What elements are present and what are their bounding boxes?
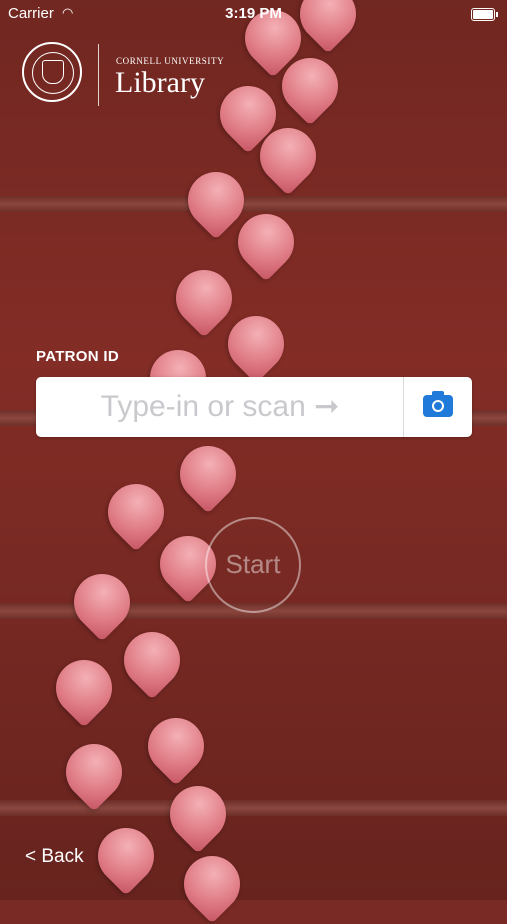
patron-id-input[interactable]	[36, 377, 404, 437]
back-button[interactable]: < Back	[25, 846, 84, 868]
ivy-leaf	[216, 304, 296, 384]
mortar-line	[0, 196, 507, 212]
ivy-leaf	[86, 816, 166, 896]
patron-id-label: PATRON ID	[36, 348, 119, 365]
ivy-leaf	[62, 562, 142, 642]
logo-title: Library	[115, 66, 205, 99]
status-bar: Carrier ◠ 3:19 PM	[0, 0, 507, 28]
logo-divider	[98, 44, 99, 106]
ivy-leaf	[164, 258, 244, 338]
battery-icon	[471, 8, 498, 21]
start-button[interactable]: Start	[205, 517, 301, 613]
background-brick-wall	[0, 0, 507, 924]
ivy-leaf	[158, 774, 238, 854]
mortar-line	[0, 800, 507, 816]
camera-icon[interactable]	[423, 391, 453, 417]
ivy-leaf	[136, 706, 216, 786]
clock: 3:19 PM	[225, 5, 282, 22]
field-divider	[403, 377, 404, 437]
ivy-leaf	[172, 844, 252, 924]
patron-id-field	[36, 377, 472, 437]
ivy-leaf	[112, 620, 192, 700]
ivy-leaf	[168, 434, 248, 514]
ivy-leaf	[44, 648, 124, 728]
logo-institution: CORNELL UNIVERSITY	[116, 56, 225, 66]
cornell-seal-icon	[22, 42, 82, 102]
ivy-leaf	[96, 472, 176, 552]
